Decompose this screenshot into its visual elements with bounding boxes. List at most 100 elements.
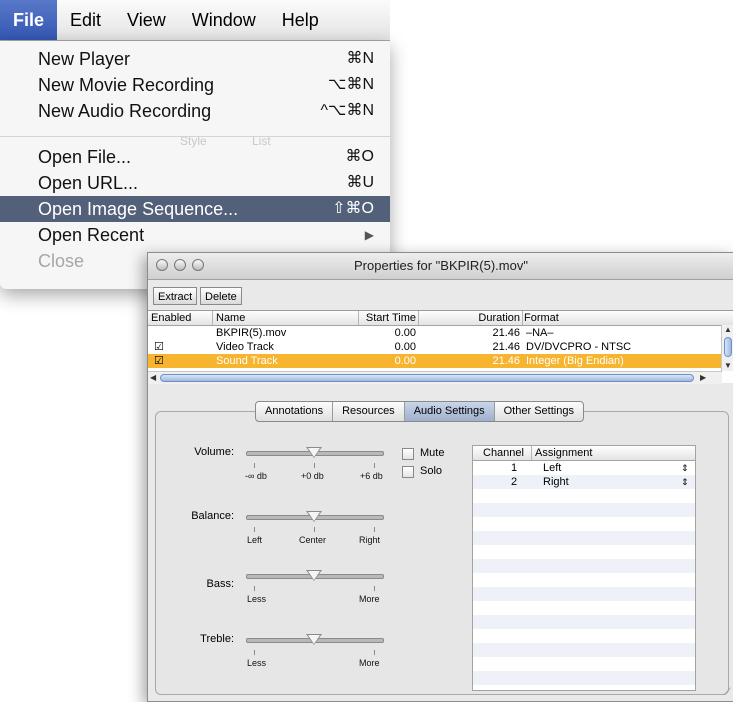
resize-grip-icon[interactable]: ⟋ [724, 687, 731, 698]
table-row-selected[interactable]: ☑ Sound Track 0.00 21.46 Integer (Big En… [148, 354, 722, 368]
horizontal-scrollbar[interactable]: ◀ ▶ [148, 371, 722, 384]
menu-item-label: Open URL... [38, 173, 139, 193]
tick-label: +0 db [301, 471, 324, 481]
empty-row [473, 629, 695, 643]
tracks-table-header: Enabled Name Start Time Duration Format [148, 311, 733, 326]
menu-edit[interactable]: Edit [57, 0, 114, 40]
tick-label: More [359, 658, 380, 668]
tick-label: Center [299, 535, 327, 545]
menu-view[interactable]: View [114, 0, 179, 40]
menu-help[interactable]: Help [269, 0, 332, 40]
empty-row [473, 671, 695, 685]
menu-item-label: Open File... [38, 147, 132, 167]
empty-row [473, 503, 695, 517]
knob-face [308, 635, 320, 644]
bass-label: Bass: [206, 578, 234, 590]
menu-item-open-file[interactable]: Open File... ⌘O [0, 144, 390, 170]
track-duration: 21.46 [492, 327, 520, 339]
assignment-popup[interactable]: Right [543, 475, 569, 489]
channel-number: 2 [511, 476, 518, 488]
menu-file[interactable]: File [0, 0, 58, 40]
empty-row [473, 531, 695, 545]
knob-face [308, 571, 320, 580]
enabled-checkbox[interactable]: ☑ [154, 354, 164, 368]
submenu-arrow-icon: ▶ [364, 228, 374, 242]
track-name: Video Track [216, 341, 274, 353]
scroll-thumb[interactable] [160, 374, 694, 382]
empty-row [473, 657, 695, 671]
scroll-down-icon[interactable]: ▼ [724, 362, 732, 370]
column-channel[interactable]: Channel [483, 446, 524, 460]
popup-arrows-icon[interactable]: ⇕ [681, 461, 689, 475]
delete-button[interactable]: Delete [200, 287, 242, 305]
table-row[interactable]: BKPIR(5).mov 0.00 21.46 –NA– [148, 326, 722, 340]
tick-mark [374, 463, 375, 468]
popup-arrows-icon[interactable]: ⇕ [681, 475, 689, 489]
column-format[interactable]: Format [524, 311, 559, 325]
settings-tabs: Annotations Resources Audio Settings Oth… [255, 401, 584, 422]
table-row[interactable]: 1 Left ⇕ [473, 461, 695, 475]
scroll-up-icon[interactable]: ▲ [724, 326, 732, 334]
scroll-left-icon[interactable]: ◀ [150, 374, 156, 382]
mute-checkbox[interactable] [402, 448, 414, 460]
track-format: DV/DVCPRO - NTSC [526, 341, 632, 353]
shortcut-label: ⌥⌘N [328, 76, 374, 93]
shortcut-label: ⌘O [345, 148, 374, 165]
solo-checkbox[interactable] [402, 466, 414, 478]
shortcut-label: ^⌥⌘N [320, 102, 375, 119]
vertical-scrollbar[interactable]: ▲ ▼ [721, 325, 733, 371]
knob-face [308, 448, 320, 457]
shortcut-label: ⌘N [346, 50, 374, 67]
empty-row [473, 573, 695, 587]
track-start: 0.00 [394, 327, 416, 339]
shortcut-label: ⌘U [346, 174, 374, 191]
mute-label: Mute [420, 447, 445, 459]
tick-label: Right [359, 535, 381, 545]
channel-number: 1 [511, 462, 518, 474]
menu-item-open-recent[interactable]: Open Recent ▶ [0, 222, 390, 248]
menu-separator [0, 136, 390, 137]
empty-row [473, 643, 695, 657]
tick-mark [374, 586, 375, 591]
tick-mark [254, 527, 255, 532]
tick-mark [374, 650, 375, 655]
column-divider [418, 311, 419, 325]
tick-label: Left [247, 535, 263, 545]
table-row[interactable]: 2 Right ⇕ [473, 475, 695, 489]
table-row[interactable]: ☑ Video Track 0.00 21.46 DV/DVCPRO - NTS… [148, 340, 722, 354]
treble-label: Treble: [200, 633, 234, 645]
window-titlebar[interactable]: Properties for "BKPIR(5).mov" [148, 253, 733, 280]
tab-resources[interactable]: Resources [333, 402, 405, 421]
menu-window[interactable]: Window [179, 0, 269, 40]
track-format: Integer (Big Endian) [526, 355, 624, 367]
tab-audio-settings[interactable]: Audio Settings [404, 402, 495, 421]
menu-item-open-image-sequence[interactable]: Open Image Sequence... ⇧⌘O [0, 196, 390, 222]
volume-label: Volume: [194, 446, 234, 458]
menu-item-open-url[interactable]: Open URL... ⌘U [0, 170, 390, 196]
column-name[interactable]: Name [216, 311, 245, 325]
tick-label: -∞ db [245, 471, 267, 481]
scroll-thumb[interactable] [724, 337, 732, 357]
menu-item-new-audio-recording[interactable]: New Audio Recording ^⌥⌘N [0, 98, 390, 124]
scroll-right-icon[interactable]: ▶ [700, 374, 706, 382]
empty-row [473, 559, 695, 573]
menu-item-new-player[interactable]: New Player ⌘N [0, 46, 390, 72]
assignment-popup[interactable]: Left [543, 461, 561, 475]
menu-bar: File Edit View Window Help [0, 0, 390, 41]
extract-button[interactable]: Extract [153, 287, 198, 305]
channel-assignment-table: Channel Assignment 1 Left ⇕ 2 Right ⇕ [472, 445, 696, 691]
toolbar: Extract Delete [148, 280, 733, 310]
tab-other-settings[interactable]: Other Settings [495, 402, 583, 421]
empty-row [473, 545, 695, 559]
empty-row [473, 615, 695, 629]
track-duration: 21.46 [492, 341, 520, 353]
column-duration[interactable]: Duration [478, 311, 520, 325]
column-assignment[interactable]: Assignment [535, 446, 592, 460]
menu-item-new-movie-recording[interactable]: New Movie Recording ⌥⌘N [0, 72, 390, 98]
column-enabled[interactable]: Enabled [151, 311, 191, 325]
column-divider [531, 446, 532, 460]
column-start-time[interactable]: Start Time [366, 311, 416, 325]
tab-annotations[interactable]: Annotations [256, 402, 334, 421]
enabled-checkbox[interactable]: ☑ [154, 340, 164, 354]
empty-row [473, 489, 695, 503]
